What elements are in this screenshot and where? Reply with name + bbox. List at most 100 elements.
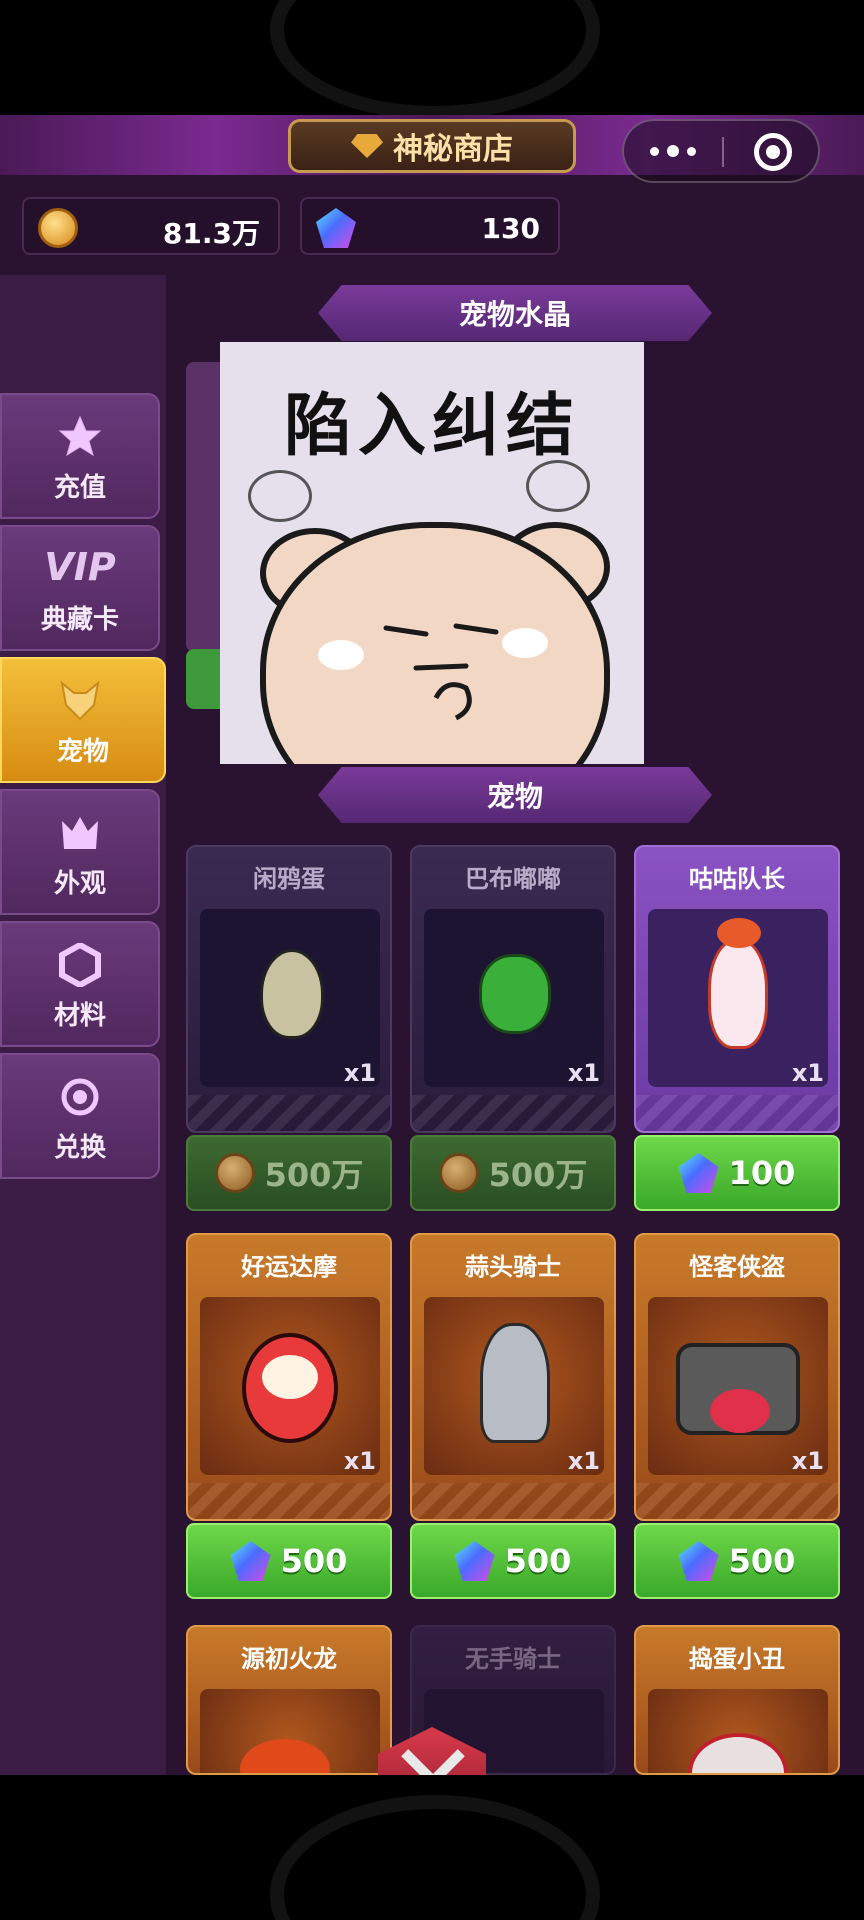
pet-quantity: x1 <box>791 1059 824 1087</box>
diamond-icon <box>351 134 383 158</box>
mimic-pet <box>676 1343 800 1435</box>
scribble-mark <box>526 460 590 512</box>
gem-icon <box>678 1153 719 1193</box>
frog-pet <box>479 954 551 1034</box>
pet-art <box>648 1689 828 1773</box>
bottom-area <box>0 1775 864 1920</box>
pet-quantity: x1 <box>791 1447 824 1475</box>
background-ornament <box>270 1795 600 1920</box>
coin-icon <box>214 1153 255 1193</box>
gem-icon <box>230 1541 271 1581</box>
status-area <box>0 0 864 120</box>
title-plate: 神秘商店 <box>288 119 576 173</box>
fire-dragon-pet <box>240 1739 330 1773</box>
pet-card[interactable]: 咕咕队长 x1 <box>634 845 840 1133</box>
price-label: 500 <box>728 1542 796 1580</box>
pet-card[interactable]: 巴布嘟嘟 x1 <box>410 845 616 1133</box>
crystal-buy-button[interactable] <box>186 649 224 709</box>
pet-name: 源初火龙 <box>241 1645 337 1673</box>
pet-quantity: x1 <box>567 1059 600 1087</box>
pet-card[interactable]: 蒜头骑士 x1 <box>410 1233 616 1521</box>
card-footer <box>412 1095 614 1131</box>
price-label: 100 <box>728 1154 796 1192</box>
section-pet-crystal: 宠物水晶 <box>318 285 712 341</box>
price-label: 500 <box>280 1542 348 1580</box>
fox-icon <box>60 680 100 721</box>
pet-name: 咕咕队长 <box>689 865 785 893</box>
shop-screen: 神秘商店 81.3万 130 充值 VIP 典藏卡 宠物 外观 材料 兑换 宠物… <box>0 115 864 1775</box>
gem-amount: 130 <box>481 212 540 245</box>
tab-label: 充值 <box>53 473 106 503</box>
tab-label: 典藏卡 <box>40 605 119 635</box>
section-title: 宠物 <box>486 780 543 813</box>
gem-icon <box>454 1541 495 1581</box>
card-footer <box>412 1483 614 1519</box>
pet-card[interactable]: 源初火龙 <box>186 1625 392 1775</box>
price-label: 500万 <box>488 1156 588 1194</box>
buy-button[interactable]: 500 <box>634 1523 840 1599</box>
card-footer <box>636 1483 838 1519</box>
pet-name: 巴布嘟嘟 <box>465 865 561 893</box>
section-pets: 宠物 <box>318 767 712 823</box>
pet-quantity: x1 <box>343 1059 376 1087</box>
price-label: 500 <box>504 1542 572 1580</box>
exchange-icon <box>61 1078 99 1116</box>
background-ornament <box>270 0 600 120</box>
chicken-pet <box>708 918 768 1049</box>
buy-button[interactable]: 500万 <box>186 1135 392 1211</box>
scribble-mark <box>248 470 312 522</box>
tab-materials[interactable]: 材料 <box>0 921 160 1047</box>
coin-icon <box>38 208 78 248</box>
pet-card[interactable]: 捣蛋小丑 <box>634 1625 840 1775</box>
section-title: 宠物水晶 <box>458 298 571 331</box>
crown-icon <box>62 817 98 849</box>
price-label: 500万 <box>264 1156 364 1194</box>
pet-card[interactable]: 怪客侠盗 x1 <box>634 1233 840 1521</box>
card-footer <box>636 1095 838 1131</box>
emoji-sticker: 陷入纠结 <box>220 342 644 764</box>
tab-label: 宠物 <box>56 737 109 767</box>
pet-name: 无手骑士 <box>465 1645 561 1673</box>
pet-name: 蒜头骑士 <box>465 1253 561 1281</box>
coin-balance: 81.3万 <box>22 197 280 255</box>
category-sidebar: 充值 VIP 典藏卡 宠物 外观 材料 兑换 <box>0 275 166 1775</box>
card-footer <box>188 1483 390 1519</box>
hexagon-nut-icon <box>59 943 101 987</box>
buy-button[interactable]: 500 <box>410 1523 616 1599</box>
tab-vip-card[interactable]: VIP 典藏卡 <box>0 525 160 651</box>
tab-label: 材料 <box>53 1001 106 1031</box>
pet-name: 捣蛋小丑 <box>689 1645 785 1673</box>
gem-icon <box>678 1541 719 1581</box>
more-icon[interactable] <box>624 121 722 181</box>
buy-button[interactable]: 500 <box>186 1523 392 1599</box>
tab-label: 外观 <box>53 869 106 899</box>
tab-appearance[interactable]: 外观 <box>0 789 160 915</box>
pet-quantity: x1 <box>343 1447 376 1475</box>
buy-button[interactable]: 100 <box>634 1135 840 1211</box>
close-target-icon[interactable] <box>754 133 792 171</box>
knight-pet <box>480 1323 550 1443</box>
buy-button[interactable]: 500万 <box>410 1135 616 1211</box>
daruma-pet <box>242 1333 338 1443</box>
pet-art <box>200 1689 380 1773</box>
sticker-caption: 陷入纠结 <box>283 387 580 466</box>
tab-recharge[interactable]: 充值 <box>0 393 160 519</box>
card-footer <box>188 1095 390 1131</box>
pet-quantity: x1 <box>567 1447 600 1475</box>
clown-pet <box>688 1733 788 1773</box>
tab-exchange[interactable]: 兑换 <box>0 1053 160 1179</box>
pet-name: 闲鸦蛋 <box>253 865 325 893</box>
pet-card[interactable]: 闲鸦蛋 x1 <box>186 845 392 1133</box>
coin-icon <box>438 1153 479 1193</box>
crow-egg-pet <box>260 949 324 1039</box>
gem-balance: 130 <box>300 197 560 255</box>
gem-icon <box>316 208 356 248</box>
pet-name: 好运达摩 <box>241 1253 337 1281</box>
pet-card[interactable]: 好运达摩 x1 <box>186 1233 392 1521</box>
tab-pets[interactable]: 宠物 <box>0 657 166 783</box>
crystal-card[interactable] <box>186 362 224 652</box>
pet-name: 怪客侠盗 <box>689 1253 785 1281</box>
bear-expression <box>383 623 499 721</box>
bear-blush <box>318 640 364 670</box>
star-icon <box>58 415 102 457</box>
